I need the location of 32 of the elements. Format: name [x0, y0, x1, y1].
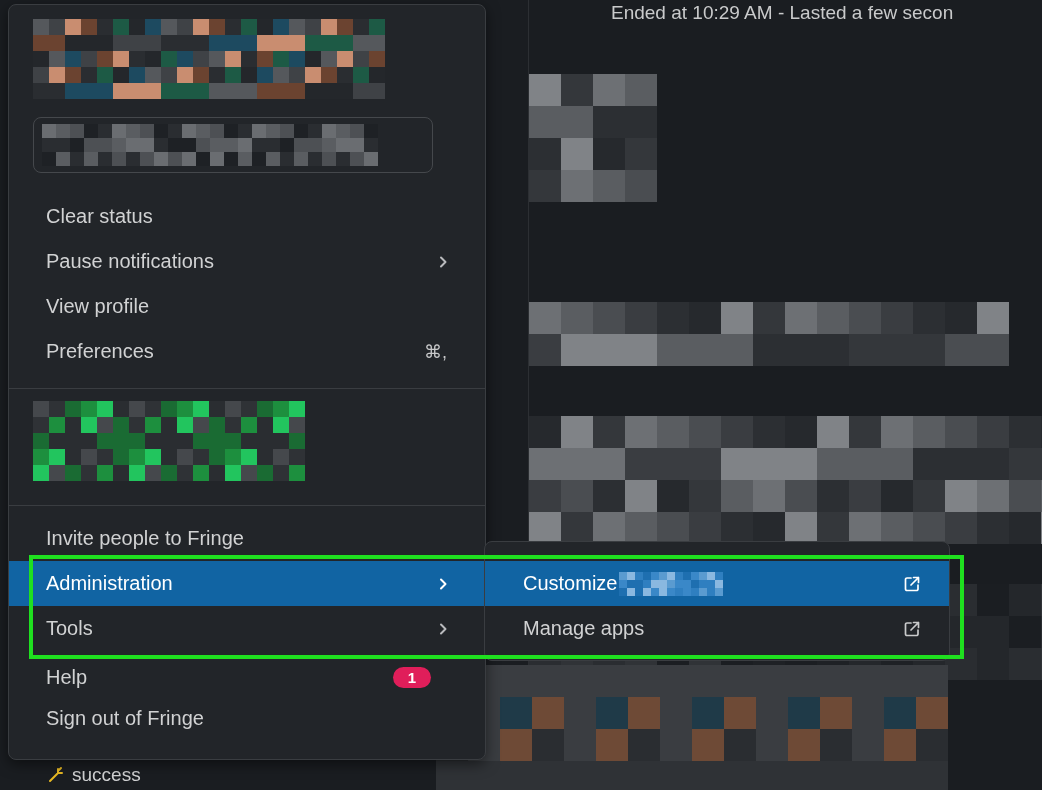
menu-item[interactable]: Preferences ⌘, [9, 329, 485, 374]
menu-item[interactable]: Help 1 [9, 651, 485, 696]
chevron-icon [439, 255, 447, 268]
menu-item-label: Pause notifications [46, 250, 215, 273]
chevron-icon [439, 577, 447, 590]
menu-item[interactable]: Sign out of Fringe [9, 696, 485, 741]
menu-item[interactable]: Invite people to Fringe [9, 516, 485, 561]
menu-item-label: Preferences [46, 340, 155, 363]
menu-item[interactable]: Pause notifications [9, 239, 485, 284]
menu-item-label: View profile [46, 295, 151, 318]
menu-item-label: Tools [46, 617, 94, 640]
menu-item-label: Sign out of Fringe [46, 707, 205, 730]
status-field[interactable] [33, 117, 433, 173]
external-link-icon [903, 619, 921, 638]
submenu-item-label: Customize [523, 572, 618, 595]
menu-item-label: Administration [46, 572, 174, 595]
status-text: success [72, 764, 141, 786]
menu-item-label: Help [46, 666, 89, 689]
chevron-icon [439, 622, 447, 635]
call-status-text: Ended at 10:29 AM - Lasted a few secon [611, 2, 955, 24]
menu-item-label: Invite people to Fringe [46, 527, 245, 550]
menu-item-label: Clear status [46, 205, 154, 228]
menu-item[interactable]: Clear status [9, 194, 485, 239]
submenu-item[interactable]: Manage apps [485, 606, 949, 651]
menu-item[interactable]: View profile [9, 284, 485, 329]
external-link-icon [903, 574, 921, 593]
submenu-item[interactable]: Customize [485, 561, 949, 606]
menu-item[interactable]: Administration [9, 561, 485, 606]
submenu-item-label: Manage apps [523, 617, 645, 640]
shortcut-text: ⌘, [424, 340, 447, 363]
menu-item[interactable]: Tools [9, 606, 485, 651]
count-badge: 1 [392, 667, 431, 688]
